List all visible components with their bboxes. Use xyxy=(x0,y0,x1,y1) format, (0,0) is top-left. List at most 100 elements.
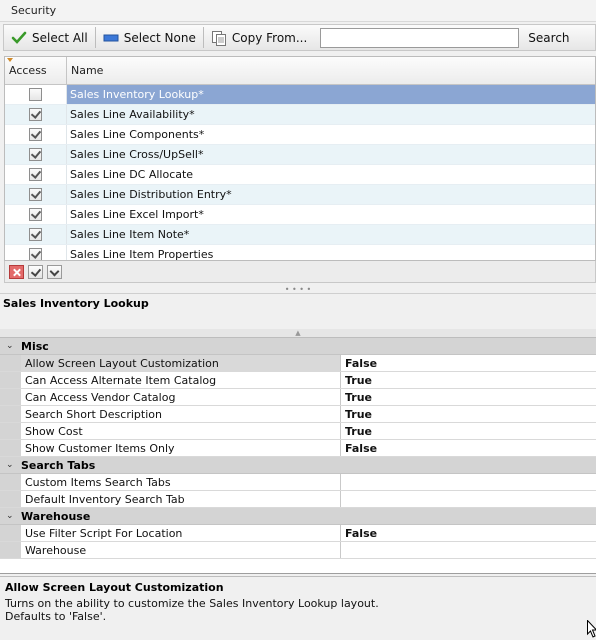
access-column-header[interactable]: Access xyxy=(5,57,67,84)
property-value[interactable]: True xyxy=(341,406,596,422)
collapse-icon[interactable]: ⌄ xyxy=(0,460,21,470)
property-gutter xyxy=(0,525,21,541)
select-all-label: Select All xyxy=(32,30,88,45)
name-cell: Sales Line Item Note* xyxy=(70,228,190,241)
table-row[interactable]: Sales Line Excel Import* xyxy=(5,205,595,225)
collapse-icon[interactable]: ⌄ xyxy=(0,511,21,521)
property-value[interactable]: False xyxy=(341,440,596,456)
check-icon xyxy=(11,30,27,46)
property-row[interactable]: Use Filter Script For Location False xyxy=(0,525,596,542)
property-value[interactable] xyxy=(341,491,596,507)
property-name: Warehouse xyxy=(21,542,341,558)
toolbar: Select All Select None Copy From... Sear… xyxy=(3,24,596,51)
property-row[interactable]: Custom Items Search Tabs xyxy=(0,474,596,491)
property-value[interactable] xyxy=(341,474,596,490)
access-cell xyxy=(5,205,67,224)
table-row[interactable]: Sales Line Item Properties xyxy=(5,245,595,261)
property-row[interactable]: Show Customer Items Only False xyxy=(0,440,596,457)
table-row[interactable]: Sales Line Distribution Entry* xyxy=(5,185,595,205)
property-value[interactable]: False xyxy=(341,355,596,371)
table-row[interactable]: Sales Line Item Note* xyxy=(5,225,595,245)
search-button[interactable]: Search xyxy=(528,31,569,45)
property-value[interactable]: True xyxy=(341,372,596,388)
window-title: Security xyxy=(0,0,596,22)
minus-box-icon xyxy=(103,30,119,46)
grid-header: Access Name xyxy=(5,57,595,85)
access-cell xyxy=(5,125,67,144)
select-none-button[interactable]: Select None xyxy=(96,25,203,50)
access-checkbox[interactable] xyxy=(29,108,42,121)
select-all-button[interactable]: Select All xyxy=(4,25,95,50)
access-cell xyxy=(5,165,67,184)
property-name: Show Cost xyxy=(21,423,341,439)
table-row[interactable]: Sales Line Components* xyxy=(5,125,595,145)
access-checkbox[interactable] xyxy=(29,248,42,260)
property-category[interactable]: ⌄ Misc xyxy=(0,338,596,355)
expand-icon[interactable] xyxy=(47,264,62,279)
property-name: Search Short Description xyxy=(21,406,341,422)
property-value[interactable]: True xyxy=(341,423,596,439)
description-panel: Allow Screen Layout Customization Turns … xyxy=(0,576,596,640)
access-checkbox[interactable] xyxy=(29,228,42,241)
property-name: Custom Items Search Tabs xyxy=(21,474,341,490)
select-none-label: Select None xyxy=(123,30,196,45)
clear-all-icon[interactable] xyxy=(9,264,24,279)
property-row[interactable]: Search Short Description True xyxy=(0,406,596,423)
copy-from-button[interactable]: Copy From... xyxy=(204,25,314,50)
name-cell: Sales Line Excel Import* xyxy=(70,208,204,221)
name-cell: Sales Line Components* xyxy=(70,128,205,141)
property-gutter xyxy=(0,372,21,388)
selected-item-title: Sales Inventory Lookup xyxy=(0,293,596,329)
access-checkbox[interactable] xyxy=(29,168,42,181)
description-title: Allow Screen Layout Customization xyxy=(5,581,224,594)
name-column-header[interactable]: Name xyxy=(67,57,595,84)
property-row[interactable]: Show Cost True xyxy=(0,423,596,440)
property-name: Can Access Vendor Catalog xyxy=(21,389,341,405)
description-line: Defaults to 'False'. xyxy=(5,610,107,623)
check-all-icon[interactable] xyxy=(28,264,43,279)
category-label: Misc xyxy=(21,339,49,353)
table-row[interactable]: Sales Line Availability* xyxy=(5,105,595,125)
search-input[interactable] xyxy=(320,27,520,48)
category-label: Warehouse xyxy=(21,509,91,523)
table-row[interactable]: Sales Inventory Lookup* xyxy=(5,85,595,105)
table-row[interactable]: Sales Line DC Allocate xyxy=(5,165,595,185)
property-row[interactable]: Warehouse xyxy=(0,542,596,559)
property-gutter xyxy=(0,389,21,405)
access-grid: Access Name Sales Inventory Lookup* Sales… xyxy=(4,56,596,261)
table-row[interactable]: Sales Line Cross/UpSell* xyxy=(5,145,595,165)
name-column-label: Name xyxy=(71,64,104,77)
property-gutter xyxy=(0,474,21,490)
access-checkbox[interactable] xyxy=(29,208,42,221)
access-cell xyxy=(5,185,67,204)
access-checkbox[interactable] xyxy=(29,88,42,101)
grid-footer-bar xyxy=(4,261,596,283)
property-value[interactable]: False xyxy=(341,525,596,541)
property-category[interactable]: ⌄ Search Tabs xyxy=(0,457,596,474)
property-name: Allow Screen Layout Customization xyxy=(21,355,341,371)
property-value[interactable]: True xyxy=(341,389,596,405)
access-checkbox[interactable] xyxy=(29,148,42,161)
property-grid: ⌄ Misc Allow Screen Layout Customization Fa… xyxy=(0,337,596,574)
grid-rows: Sales Inventory Lookup* Sales Line Availa… xyxy=(5,85,595,261)
collapse-icon[interactable]: ⌄ xyxy=(0,341,21,351)
name-cell: Sales Inventory Lookup* xyxy=(67,85,595,104)
access-checkbox[interactable] xyxy=(29,128,42,141)
splitter-handle-arrow[interactable]: ▲ xyxy=(0,329,596,337)
property-value[interactable] xyxy=(341,542,596,558)
name-cell: Sales Line Distribution Entry* xyxy=(70,188,232,201)
property-category[interactable]: ⌄ Warehouse xyxy=(0,508,596,525)
access-checkbox[interactable] xyxy=(29,188,42,201)
property-row[interactable]: Can Access Vendor Catalog True xyxy=(0,389,596,406)
property-row[interactable]: Default Inventory Search Tab xyxy=(0,491,596,508)
property-gutter xyxy=(0,542,21,558)
description-line: Turns on the ability to customize the Sa… xyxy=(5,597,379,610)
property-row[interactable]: Allow Screen Layout Customization False xyxy=(0,355,596,372)
name-cell: Sales Line Cross/UpSell* xyxy=(70,148,204,161)
property-gutter xyxy=(0,406,21,422)
category-label: Search Tabs xyxy=(21,458,96,472)
name-cell: Sales Line DC Allocate xyxy=(70,168,194,181)
name-cell: Sales Line Item Properties xyxy=(70,248,214,261)
property-row[interactable]: Can Access Alternate Item Catalog True xyxy=(0,372,596,389)
property-gutter xyxy=(0,491,21,507)
